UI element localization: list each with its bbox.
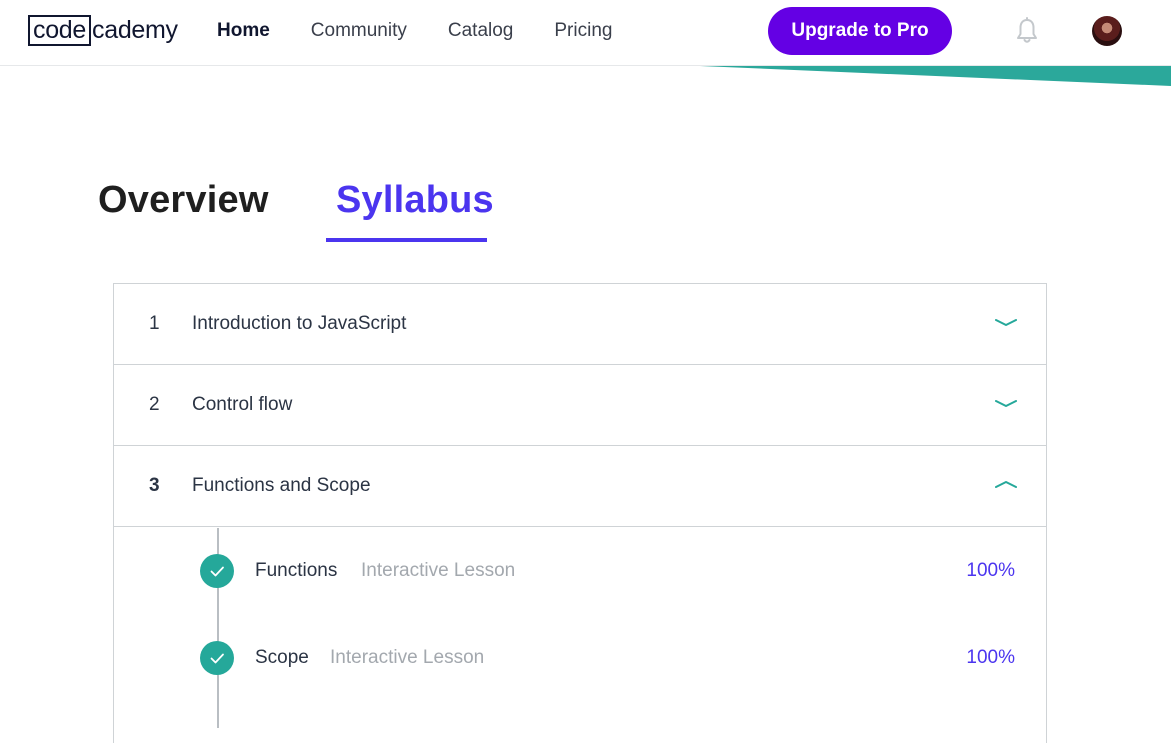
module-number: 1 [149, 313, 160, 334]
chevron-down-icon[interactable] [994, 396, 1018, 412]
bell-icon[interactable] [1014, 17, 1040, 45]
lesson-progress: 100% [966, 560, 1015, 581]
module-row-2[interactable]: 2 Control flow [114, 365, 1046, 446]
nav-item-community[interactable]: Community [311, 19, 407, 43]
lesson-complete-badge [200, 554, 234, 588]
lesson-title[interactable]: Functions [255, 560, 337, 582]
logo-rest-text: cademy [92, 15, 178, 44]
nav-item-catalog[interactable]: Catalog [448, 19, 514, 43]
lesson-type: Interactive Lesson [330, 647, 485, 668]
active-tab-indicator [326, 238, 487, 242]
check-icon [210, 566, 224, 577]
lesson-row-functions[interactable]: Functions Interactive Lesson 100% [114, 546, 1046, 596]
nav-item-pricing[interactable]: Pricing [554, 19, 612, 43]
module-number: 2 [149, 394, 160, 415]
tab-overview[interactable]: Overview [98, 178, 269, 222]
module-title: Control flow [192, 394, 293, 415]
lesson-complete-badge [200, 641, 234, 675]
module-row-1[interactable]: 1 Introduction to JavaScript [114, 284, 1046, 365]
upgrade-to-pro-button[interactable]: Upgrade to Pro [768, 7, 952, 55]
lesson-title[interactable]: Scope [255, 647, 309, 669]
check-icon [210, 653, 224, 664]
chevron-up-icon[interactable] [994, 477, 1018, 493]
avatar[interactable] [1092, 16, 1122, 46]
module-title: Introduction to JavaScript [192, 313, 407, 334]
top-navigation-bar: code cademy Home Community Catalog Pricin… [0, 0, 1171, 86]
main-nav: Home Community Catalog Pricing [217, 19, 653, 43]
module-row-3[interactable]: 3 Functions and Scope [114, 446, 1046, 527]
lesson-row-scope[interactable]: Scope Interactive Lesson 100% [114, 633, 1046, 683]
syllabus-list: 1 Introduction to JavaScript 2 Control f… [113, 283, 1047, 743]
module-number: 3 [149, 475, 160, 496]
module-title: Functions and Scope [192, 475, 371, 496]
lesson-type: Interactive Lesson [361, 560, 516, 581]
nav-item-home[interactable]: Home [217, 19, 270, 43]
tab-syllabus[interactable]: Syllabus [336, 178, 494, 222]
chevron-down-icon[interactable] [994, 315, 1018, 331]
lesson-progress: 100% [966, 647, 1015, 668]
logo-boxed-text: code [28, 14, 92, 46]
codecademy-logo[interactable]: code cademy [28, 14, 178, 46]
